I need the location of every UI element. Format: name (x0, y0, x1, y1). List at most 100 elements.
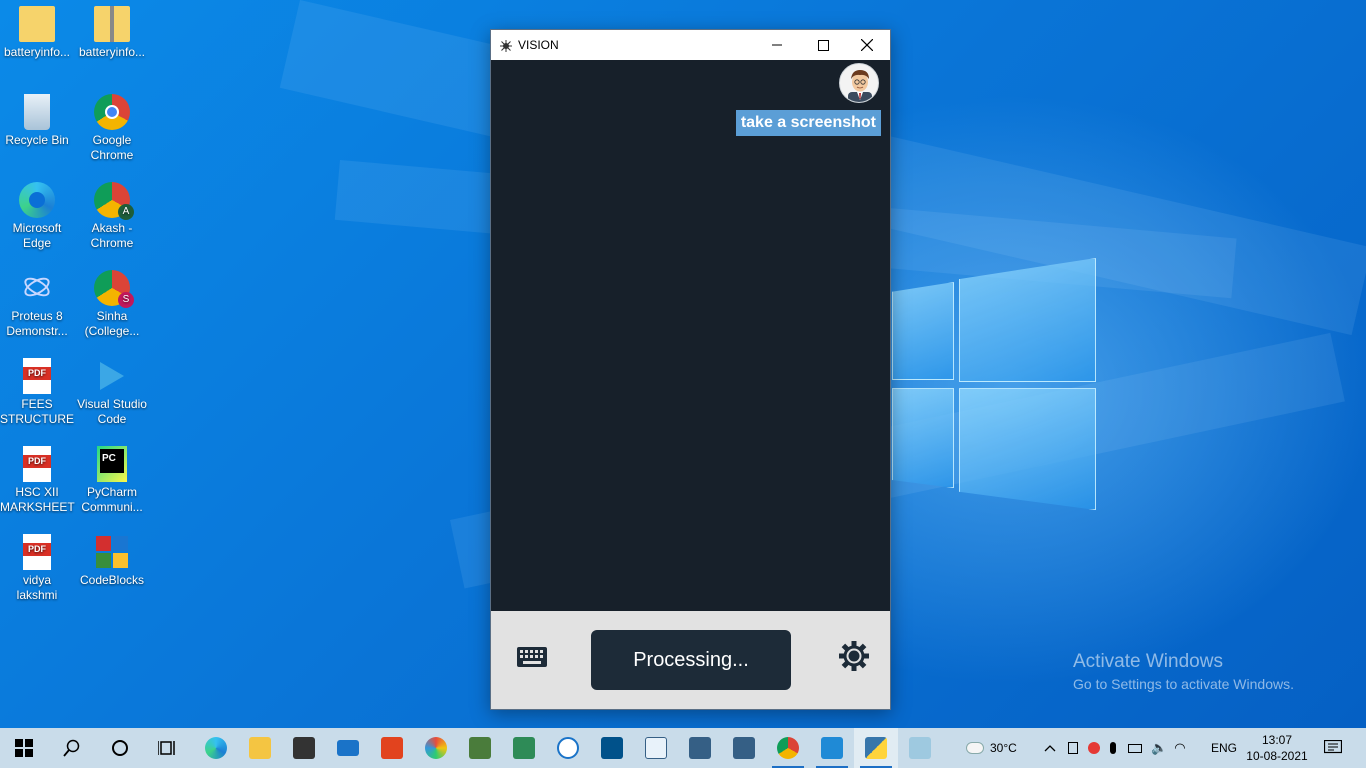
desktop-icon-label: Sinha (College... (84, 309, 140, 338)
windows-logo-pane (959, 388, 1096, 510)
mysql-icon (689, 737, 711, 759)
office-icon (381, 737, 403, 759)
search-button[interactable] (50, 728, 94, 768)
keyboard-button[interactable] (517, 647, 547, 669)
minimize-icon (772, 44, 782, 46)
desktop-icon[interactable]: A Akash - Chrome (75, 182, 149, 251)
taskbar-mysql[interactable] (678, 728, 722, 768)
desktop-icon-label: batteryinfo... (3, 45, 71, 59)
battery-icon (1128, 743, 1142, 753)
taskbar-mail[interactable] (326, 728, 370, 768)
taskbar-network-app[interactable] (502, 728, 546, 768)
gear-icon (839, 641, 869, 671)
desktop-icon[interactable]: PDF FEES STRUCTURE (0, 358, 74, 427)
chrome-icon (777, 737, 799, 759)
cortana-button[interactable] (98, 728, 142, 768)
desktop-icon-label: Microsoft Edge (12, 221, 62, 250)
desktop-icon[interactable]: batteryinfo... (75, 6, 149, 60)
weather-widget[interactable]: 30°C (966, 728, 1017, 768)
vscode-icon (821, 737, 843, 759)
desktop-icon-label: Akash - Chrome (90, 221, 134, 250)
task-view-button[interactable] (146, 728, 190, 768)
mysql-icon (733, 737, 755, 759)
language-indicator[interactable]: ENG (1211, 728, 1237, 768)
minimize-button[interactable] (754, 30, 800, 60)
taskbar-edge[interactable] (194, 728, 238, 768)
desktop-icon[interactable]: Recycle Bin (0, 94, 74, 148)
desktop-icon-label: Recycle Bin (5, 133, 69, 147)
paint-icon (425, 737, 447, 759)
desktop-icon[interactable]: CodeBlocks (75, 534, 149, 588)
recycle-bin-icon (24, 94, 50, 130)
search-icon (63, 739, 80, 757)
weather-temperature: 30°C (990, 741, 1017, 755)
desktop-icon[interactable]: Proteus 8 Demonstr... (0, 270, 74, 339)
maximize-button[interactable] (800, 30, 846, 60)
desktop-icon-label: batteryinfo... (78, 45, 146, 59)
desktop-icon-label: FEES STRUCTURE (0, 397, 74, 426)
python-icon (865, 737, 887, 759)
chrome-profile-icon: A (94, 182, 134, 220)
taskbar-store[interactable] (282, 728, 326, 768)
chat-area[interactable]: take a screenshot (491, 60, 890, 611)
taskbar-app[interactable] (546, 728, 590, 768)
taskbar-excel[interactable] (458, 728, 502, 768)
title-bar[interactable]: VISION (491, 30, 890, 60)
edge-icon (205, 737, 227, 759)
taskbar-mysql[interactable] (722, 728, 766, 768)
app-icon (557, 737, 579, 759)
taskbar-office[interactable] (370, 728, 414, 768)
taskbar-arduino[interactable] (590, 728, 634, 768)
chrome-icon (94, 94, 130, 130)
proteus-icon (19, 270, 55, 306)
notification-icon (1324, 740, 1342, 754)
chat-message-bubble: take a screenshot (735, 110, 881, 136)
windows-start-icon (15, 739, 33, 757)
desktop-icon[interactable]: PDF HSC XII MARKSHEET (0, 446, 75, 515)
desktop-icon[interactable]: Microsoft Edge (0, 182, 74, 251)
desktop-icon[interactable]: PC PyCharm Communi... (75, 446, 149, 515)
volume-icon: 🔈 (1151, 740, 1168, 755)
zip-folder-icon (94, 6, 130, 42)
file-explorer-icon (249, 737, 271, 759)
desktop-icon[interactable]: Visual Studio Code (75, 358, 149, 427)
wifi-icon: ◠ (1174, 740, 1186, 755)
taskbar-vscode[interactable] (810, 728, 854, 768)
clock[interactable]: 13:07 10-08-2021 (1246, 732, 1308, 764)
device-icon (1068, 742, 1078, 754)
store-icon (293, 737, 315, 759)
processing-button[interactable]: Processing... (591, 630, 791, 690)
watermark-title: Activate Windows (1073, 651, 1223, 672)
taskbar-python[interactable] (854, 728, 898, 768)
notification-center-button[interactable] (1324, 728, 1342, 768)
taskbar-paint[interactable] (414, 728, 458, 768)
show-hidden-icons[interactable] (1044, 728, 1056, 768)
desktop-icon[interactable]: S Sinha (College... (75, 270, 149, 339)
window-title: VISION (518, 38, 559, 52)
vision-window: VISION take a screenshot Processing... (490, 29, 891, 710)
excel-icon (469, 737, 491, 759)
start-button[interactable] (2, 728, 46, 768)
desktop-icon[interactable]: PDF vidya lakshmi (0, 534, 74, 603)
control-panel: Processing... (491, 611, 890, 709)
pycharm-icon: PC (97, 446, 127, 482)
taskbar-file-explorer[interactable] (238, 728, 282, 768)
desktop-icon-label: vidya lakshmi (16, 573, 58, 602)
windows-logo-pane (892, 388, 954, 488)
folder-icon (19, 6, 55, 42)
taskbar-app[interactable] (898, 728, 942, 768)
desktop-icon[interactable]: Google Chrome (75, 94, 149, 163)
tray-icons[interactable]: 🔈 ◠ (1068, 728, 1186, 768)
settings-button[interactable] (837, 639, 871, 673)
mail-icon (337, 740, 359, 756)
taskbar-mysql[interactable] (634, 728, 678, 768)
windows-logo-pane (892, 282, 954, 380)
maximize-icon (817, 39, 829, 51)
taskbar-chrome[interactable] (766, 728, 810, 768)
mysql-icon (645, 737, 667, 759)
close-button[interactable] (844, 30, 890, 60)
pdf-icon: PDF (23, 534, 51, 570)
desktop-icon[interactable]: batteryinfo... (0, 6, 74, 60)
windows-logo-pane (959, 258, 1096, 382)
network-app-icon (513, 737, 535, 759)
